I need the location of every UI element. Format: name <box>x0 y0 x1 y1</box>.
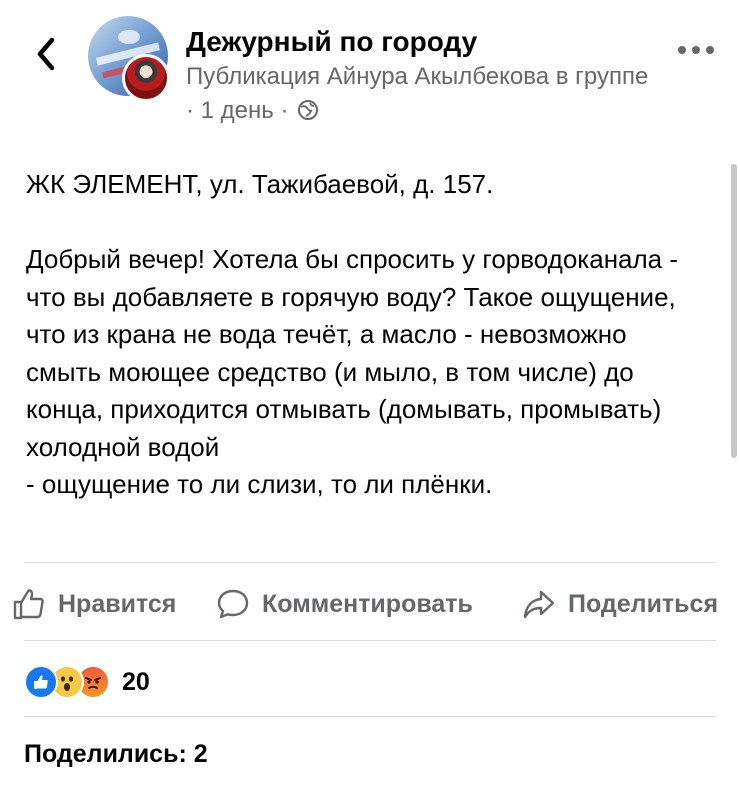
shares-count[interactable]: Поделились: 2 <box>24 740 208 769</box>
reactions-count: 20 <box>122 667 150 696</box>
divider <box>24 716 716 717</box>
more-horizontal-icon <box>678 46 714 54</box>
reactions-summary[interactable]: 20 <box>24 664 150 700</box>
more-options-button[interactable] <box>672 36 720 64</box>
like-label: Нравится <box>58 589 177 618</box>
post-text: ЖК ЭЛЕМЕНТ, ул. Тажибаевой, д. 157. Добр… <box>26 169 679 499</box>
comment-button[interactable]: Комментировать <box>216 574 473 634</box>
action-bar: Нравится Комментировать Поделиться <box>0 574 740 634</box>
divider <box>24 562 716 563</box>
group-name[interactable]: Дежурный по городу <box>186 26 477 58</box>
post-meta: Публикация Айнура Акылбекова в группе · … <box>186 60 656 131</box>
divider <box>24 640 716 641</box>
like-reaction-icon <box>24 665 58 699</box>
comment-label: Комментировать <box>262 589 473 618</box>
chevron-left-icon <box>37 37 55 71</box>
back-button[interactable] <box>28 30 64 78</box>
post-header: Дежурный по городу Публикация Айнура Акы… <box>0 0 740 140</box>
scrollbar[interactable] <box>731 164 737 458</box>
like-button[interactable]: Нравится <box>12 574 176 634</box>
post-meta-text: Публикация Айнура Акылбекова в группе · … <box>186 63 649 124</box>
group-avatar[interactable] <box>88 16 172 102</box>
globe-icon <box>297 97 319 131</box>
author-avatar[interactable] <box>122 54 170 102</box>
comment-icon <box>217 589 249 619</box>
share-arrow-icon <box>523 590 555 619</box>
thumbs-up-icon <box>13 589 44 620</box>
share-label: Поделиться <box>568 589 719 618</box>
share-button[interactable]: Поделиться <box>522 574 718 634</box>
